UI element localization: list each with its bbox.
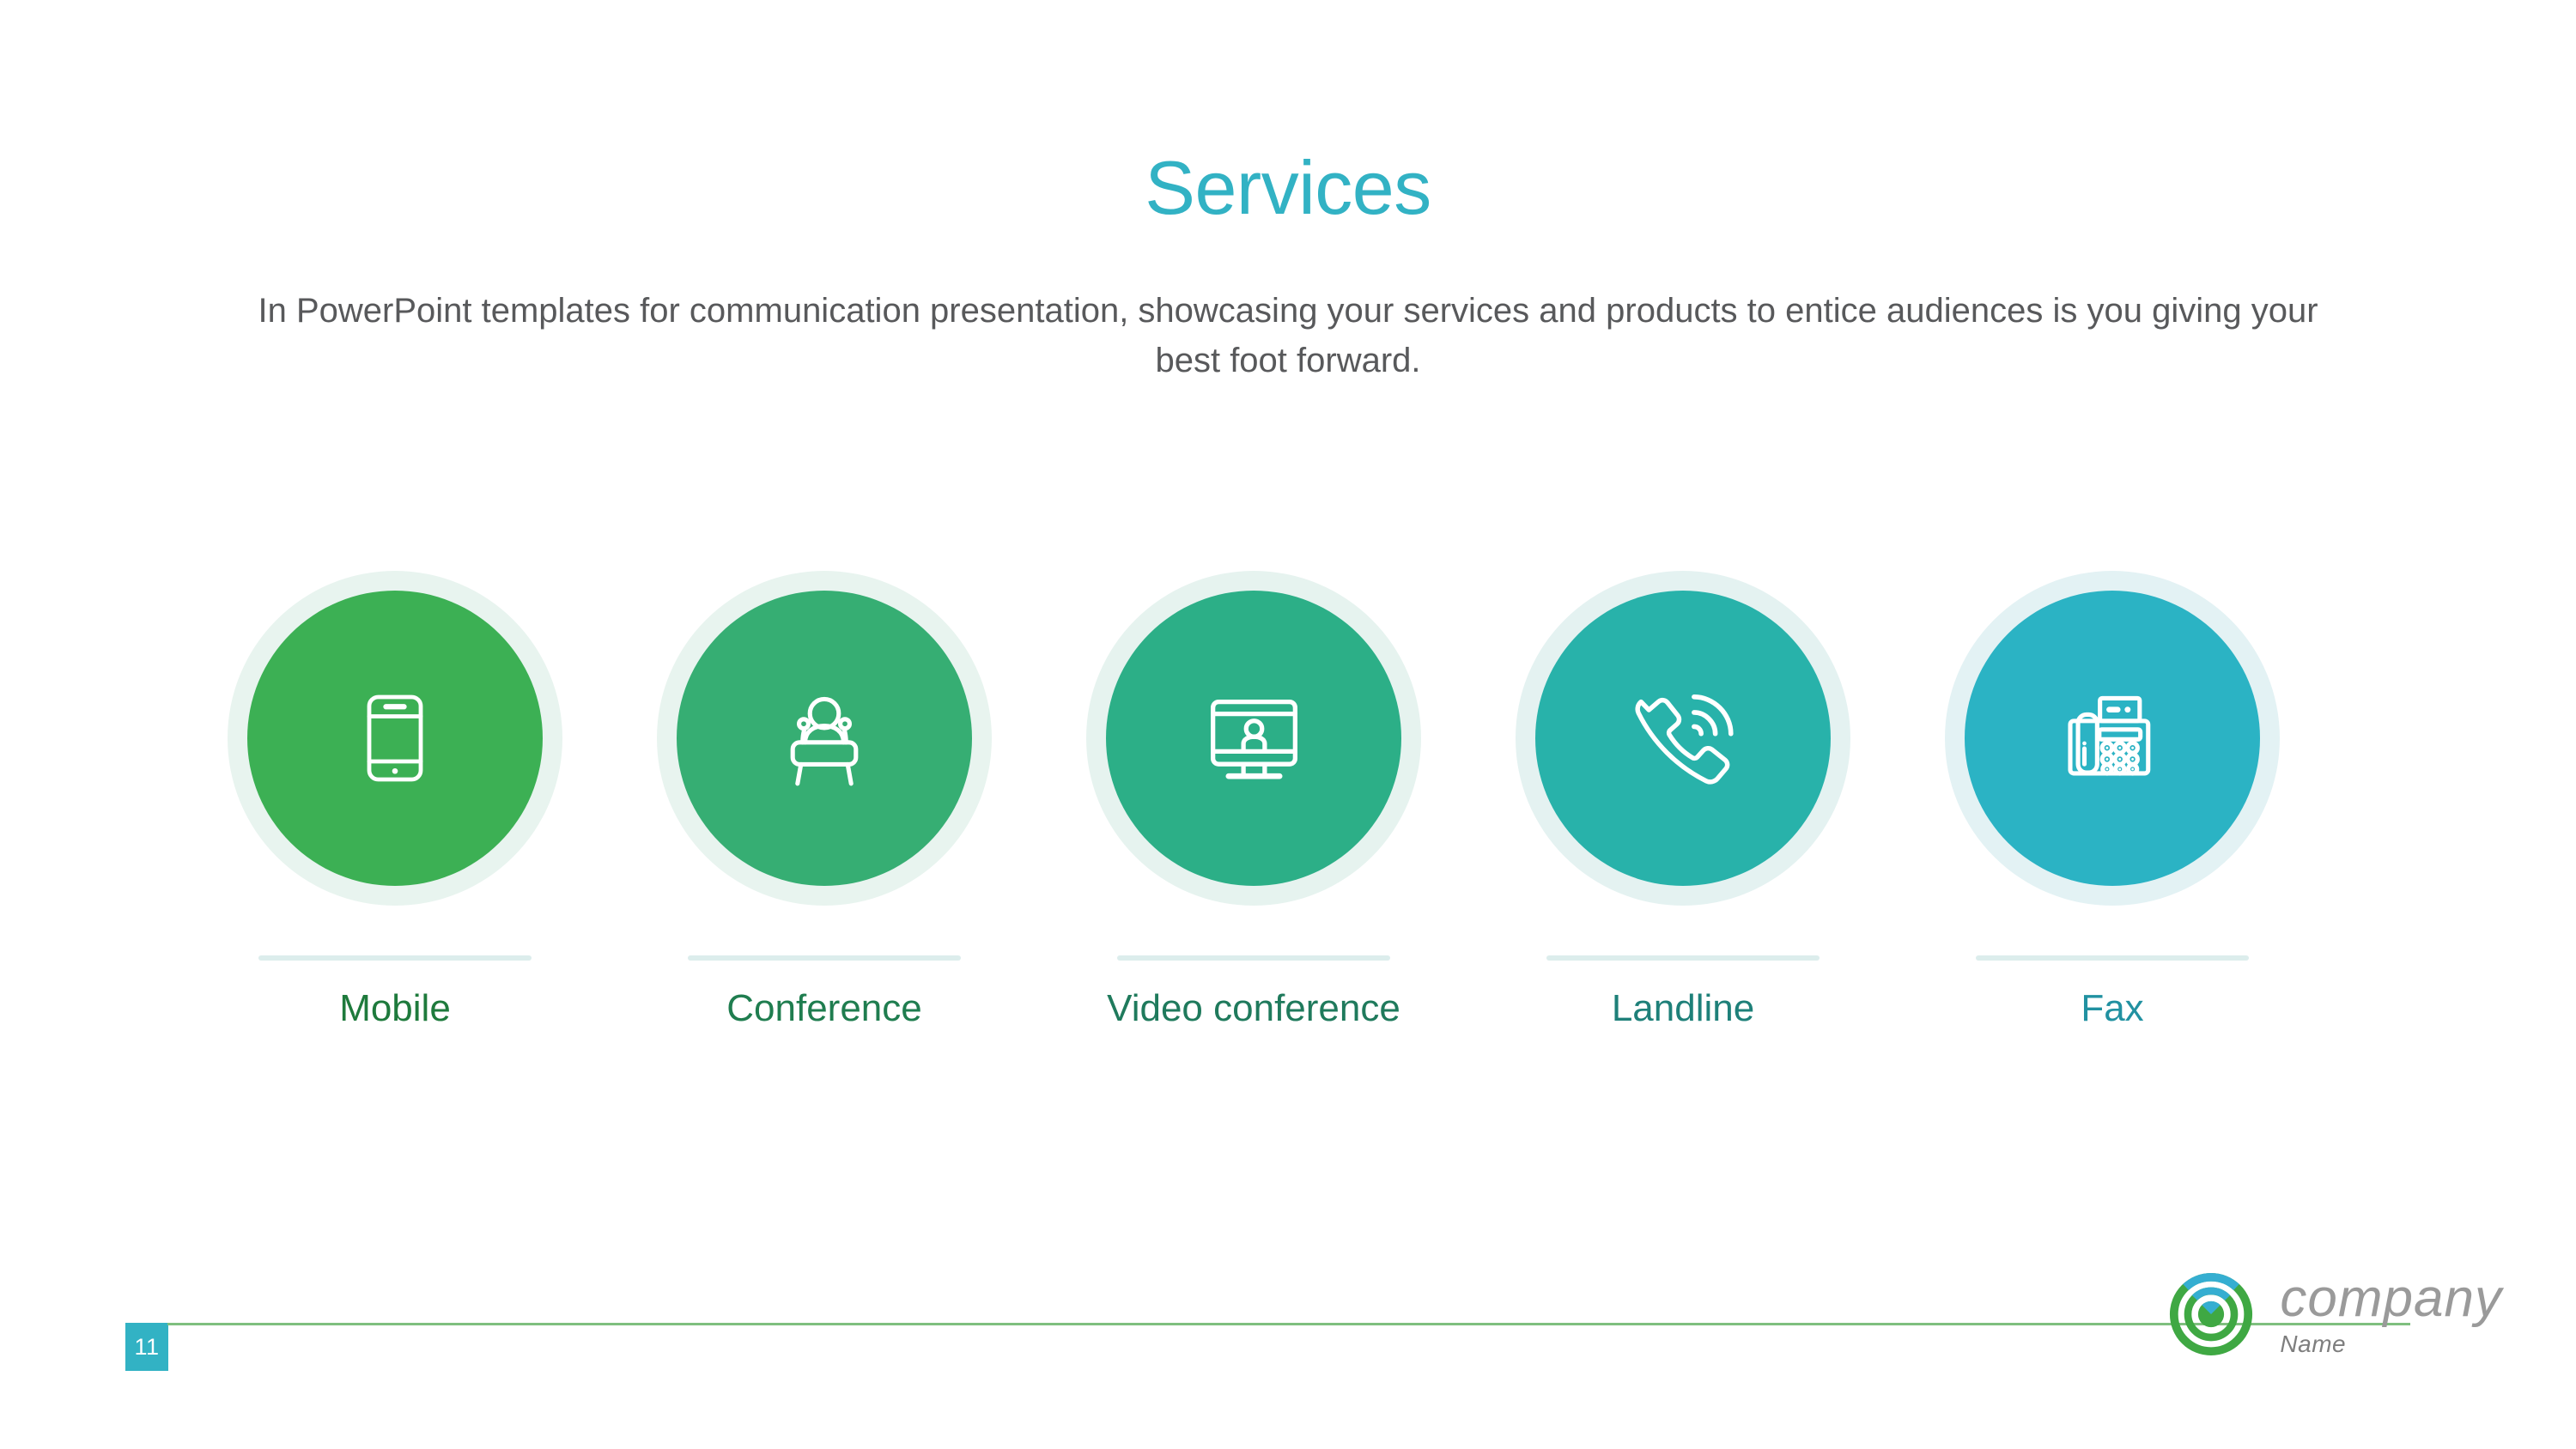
label-divider (1976, 955, 2249, 961)
page-title: Services (1145, 145, 1431, 230)
icon-disc (247, 591, 543, 886)
label-divider (1117, 955, 1390, 961)
icon-ring (228, 571, 562, 906)
phone-handset-waves-icon (1613, 668, 1754, 809)
page-subtitle: In PowerPoint templates for communicatio… (258, 292, 2318, 379)
service-card-fax[interactable]: Fax (1898, 571, 2327, 1029)
brand-name: company (2280, 1269, 2502, 1328)
page-number-badge: 11 (125, 1323, 168, 1371)
icon-disc (1965, 591, 2260, 886)
podium-speaker-icon (756, 670, 893, 807)
service-label: Video conference (1107, 987, 1400, 1029)
icon-ring (1945, 571, 2280, 906)
icon-ring (1516, 571, 1850, 906)
slide-canvas: Services In PowerPoint templates for com… (0, 0, 2576, 1449)
label-divider (688, 955, 961, 961)
service-card-mobile[interactable]: Mobile (180, 571, 610, 1029)
brand-subname: Name (2280, 1331, 2347, 1357)
label-divider (258, 955, 532, 961)
service-label: Conference (726, 987, 922, 1029)
icon-disc (1535, 591, 1831, 886)
brand-logo-block: company Name (2165, 1268, 2502, 1361)
fax-machine-icon (2042, 668, 2184, 809)
smartphone-icon (331, 674, 459, 803)
monitor-person-icon (1183, 668, 1325, 809)
icon-disc (1106, 591, 1401, 886)
icon-ring (657, 571, 992, 906)
service-label: Mobile (339, 987, 451, 1029)
services-list: Mobile Conference Video conference Landl… (180, 571, 2396, 1029)
service-label: Fax (2081, 987, 2144, 1029)
footer-divider (167, 1323, 2410, 1325)
concentric-rings-logo-icon (2165, 1268, 2257, 1361)
brand-text: company Name (2280, 1272, 2502, 1356)
service-label: Landline (1611, 987, 1755, 1029)
icon-disc (677, 591, 972, 886)
service-card-conference[interactable]: Conference (610, 571, 1039, 1029)
service-card-video-conference[interactable]: Video conference (1039, 571, 1468, 1029)
label-divider (1546, 955, 1820, 961)
service-card-landline[interactable]: Landline (1468, 571, 1898, 1029)
icon-ring (1086, 571, 1421, 906)
